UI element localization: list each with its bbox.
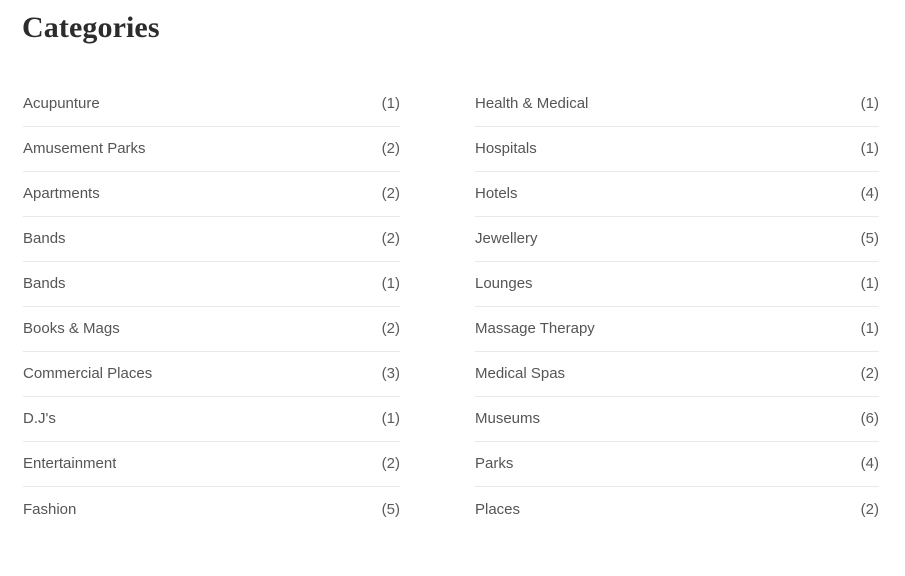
category-name: D.J's [23, 410, 56, 427]
category-name: Entertainment [23, 455, 117, 472]
category-name: Amusement Parks [23, 140, 146, 157]
category-count: (2) [381, 320, 400, 337]
category-list-item[interactable]: Lounges (1) [475, 262, 879, 307]
category-count: (5) [381, 500, 400, 518]
category-list-item[interactable]: Hotels (4) [475, 172, 879, 217]
category-count: (1) [860, 320, 879, 337]
category-count: (2) [381, 455, 400, 472]
category-name: Jewellery [475, 230, 538, 247]
category-count: (1) [860, 95, 879, 112]
category-name: Hospitals [475, 140, 537, 157]
category-name: Books & Mags [23, 320, 120, 337]
category-count: (1) [381, 410, 400, 427]
category-count: (2) [860, 500, 879, 518]
category-list-item[interactable]: Parks (4) [475, 442, 879, 487]
category-name: Apartments [23, 185, 100, 202]
category-list-item[interactable]: Bands (2) [23, 217, 400, 262]
category-column-left: Acupunture (1) Amusement Parks (2) Apartment… [0, 82, 449, 532]
category-list-item[interactable]: Commercial Places (3) [23, 352, 400, 397]
category-list-left: Acupunture (1) Amusement Parks (2) Apartment… [23, 82, 400, 532]
category-name: Lounges [475, 275, 533, 292]
category-count: (1) [860, 140, 879, 157]
category-name: Massage Therapy [475, 320, 595, 337]
category-count: (2) [860, 365, 879, 382]
category-list-item[interactable]: Health & Medical (1) [475, 82, 879, 127]
category-name: Museums [475, 410, 541, 427]
category-list-item[interactable]: Fashion (5) [23, 487, 400, 532]
category-list-right: Health & Medical (1) Hospitals (1) Hotels (4)… [475, 82, 879, 532]
category-column-right: Health & Medical (1) Hospitals (1) Hotels (4)… [449, 82, 905, 532]
category-count: (4) [860, 455, 879, 472]
categories-widget: Categories Acupunture (1) Amusement Parks (… [0, 0, 905, 576]
category-list-item[interactable]: Museums (6) [475, 397, 879, 442]
category-count: (2) [381, 140, 400, 157]
category-list-item[interactable]: Massage Therapy (1) [475, 307, 879, 352]
category-name: Bands [23, 275, 66, 292]
category-count: (2) [381, 185, 400, 202]
category-name: Medical Spas [475, 365, 566, 382]
category-name: Places [475, 500, 521, 518]
category-count: (6) [860, 410, 879, 427]
categories-columns: Acupunture (1) Amusement Parks (2) Apartment… [0, 82, 905, 532]
category-count: (3) [381, 365, 400, 382]
category-list-item[interactable]: Jewellery (5) [475, 217, 879, 262]
category-list-item[interactable]: Apartments (2) [23, 172, 400, 217]
category-list-item[interactable]: Medical Spas (2) [475, 352, 879, 397]
category-list-item[interactable]: Bands (1) [23, 262, 400, 307]
category-count: (4) [860, 185, 879, 202]
category-list-item[interactable]: Amusement Parks (2) [23, 127, 400, 172]
category-list-item[interactable]: Entertainment (2) [23, 442, 400, 487]
category-name: Commercial Places [23, 365, 153, 382]
category-list-item[interactable]: D.J's (1) [23, 397, 400, 442]
category-name: Fashion [23, 500, 77, 518]
page-title: Categories [22, 11, 160, 44]
category-list-item[interactable]: Places (2) [475, 487, 879, 532]
category-count: (2) [381, 230, 400, 247]
category-list-item[interactable]: Books & Mags (2) [23, 307, 400, 352]
category-name: Bands [23, 230, 66, 247]
category-name: Parks [475, 455, 514, 472]
category-count: (1) [381, 275, 400, 292]
category-name: Acupunture [23, 95, 100, 112]
category-name: Hotels [475, 185, 518, 202]
category-name: Health & Medical [475, 95, 589, 112]
category-list-item[interactable]: Hospitals (1) [475, 127, 879, 172]
category-list-item[interactable]: Acupunture (1) [23, 82, 400, 127]
category-count: (1) [860, 275, 879, 292]
category-count: (1) [381, 95, 400, 112]
category-count: (5) [860, 230, 879, 247]
